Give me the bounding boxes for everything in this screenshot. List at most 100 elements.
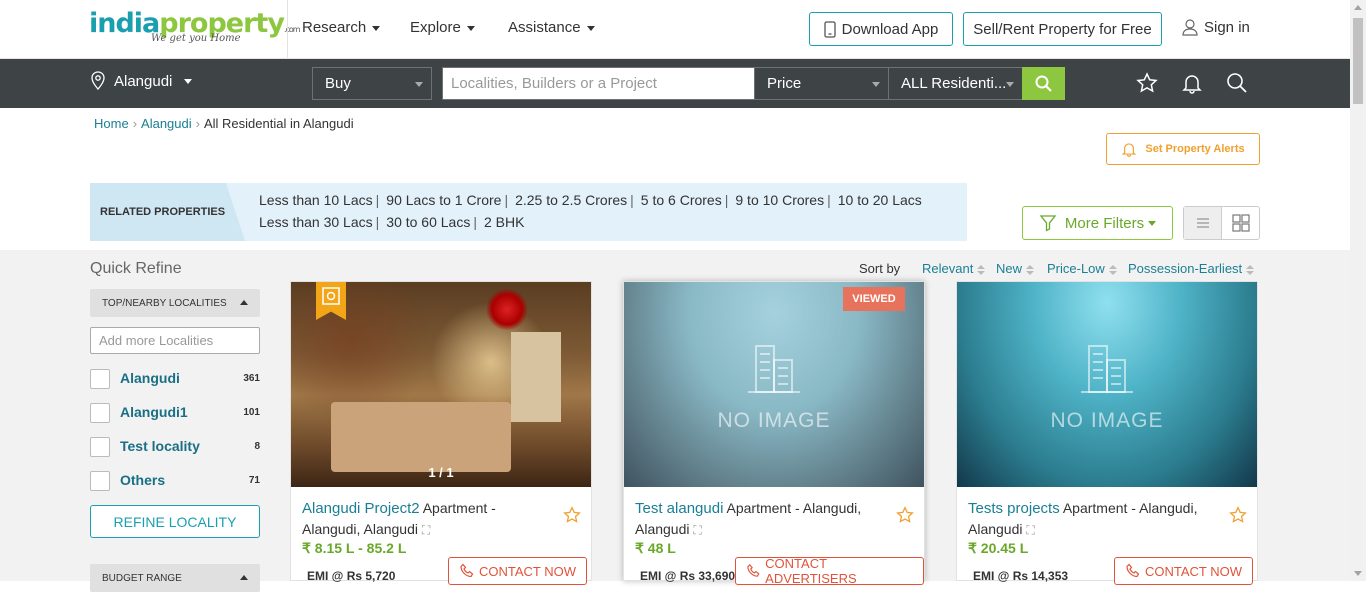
related-link[interactable]: 90 Lacs to 1 Crore xyxy=(386,192,501,208)
phone-icon xyxy=(747,564,760,577)
map-icon[interactable]: ⛶ xyxy=(693,523,701,537)
bell-icon[interactable] xyxy=(1181,72,1203,94)
related-link[interactable]: 5 to 6 Crores xyxy=(641,192,722,208)
related-link[interactable]: Less than 10 Lacs xyxy=(259,192,373,208)
download-app-button[interactable]: Download App xyxy=(809,12,953,46)
locality-option[interactable]: Others 71 xyxy=(90,470,260,492)
project-name[interactable]: Test alangudi xyxy=(635,500,723,517)
property-title[interactable]: Alangudi Project2 Apartment - Alangudi, … xyxy=(302,498,552,540)
localities-accordion[interactable]: TOP/NEARBY LOCALITIES xyxy=(90,289,260,317)
sort-new[interactable]: New xyxy=(996,261,1035,276)
map-icon[interactable]: ⛶ xyxy=(1026,523,1034,537)
project-name[interactable]: Tests projects xyxy=(968,500,1060,517)
menu-label: Assistance xyxy=(508,19,581,36)
menu-label: Explore xyxy=(410,19,461,36)
site-logo[interactable]: indiaproperty.com We get you Home xyxy=(89,8,301,48)
separator: | xyxy=(630,192,634,208)
contact-label: CONTACT NOW xyxy=(1145,563,1243,579)
sell-rent-button[interactable]: Sell/Rent Property for Free xyxy=(963,12,1162,46)
breadcrumb-city[interactable]: Alangudi xyxy=(141,116,192,131)
related-link[interactable]: 2.25 to 2.5 Crores xyxy=(515,192,627,208)
menu-label: Research xyxy=(302,19,367,36)
property-type-value: ALL Residenti... xyxy=(901,75,1007,92)
search-icon xyxy=(1035,75,1052,92)
accordion-label: BUDGET RANGE xyxy=(102,572,182,584)
related-link[interactable]: 9 to 10 Crores xyxy=(735,192,824,208)
sort-by-label: Sort by xyxy=(859,261,901,276)
sort-relevant[interactable]: Relevant xyxy=(922,261,986,276)
scroll-up-arrow-icon[interactable] xyxy=(1354,5,1362,10)
related-links: Less than 10 Lacs | 90 Lacs to 1 Crore | 2.2… xyxy=(259,189,959,233)
separator: | xyxy=(473,214,477,230)
set-property-alerts-button[interactable]: Set Property Alerts xyxy=(1106,133,1260,165)
project-name[interactable]: Alangudi Project2 xyxy=(302,500,420,517)
grid-view-button[interactable] xyxy=(1222,207,1259,239)
budget-accordion[interactable]: BUDGET RANGE xyxy=(90,564,260,592)
menu-assistance[interactable]: Assistance xyxy=(508,19,595,36)
buy-rent-select[interactable]: Buy xyxy=(312,67,432,100)
phone-icon xyxy=(460,563,474,578)
city-selector[interactable]: Alangudi xyxy=(90,71,193,91)
property-photo[interactable]: 1 / 1 xyxy=(291,282,591,487)
related-link[interactable]: 10 to 20 Lacs xyxy=(838,192,922,208)
sort-price-low[interactable]: Price-Low xyxy=(1047,261,1117,276)
locality-count: 8 xyxy=(254,441,260,452)
map-icon[interactable]: ⛶ xyxy=(422,523,430,537)
locality-option[interactable]: Alangudi1 101 xyxy=(90,402,260,424)
favorite-star-icon[interactable] xyxy=(563,506,581,524)
property-card[interactable]: NO IMAGE Tests projects Apartment - Alan… xyxy=(956,281,1258,585)
search-input[interactable]: Localities, Builders or a Project xyxy=(442,67,755,100)
top-header: indiaproperty.com We get you Home Resear… xyxy=(0,0,1350,59)
search-icon[interactable] xyxy=(1226,72,1248,94)
scroll-down-arrow-icon[interactable] xyxy=(1354,571,1362,576)
related-link[interactable]: 2 BHK xyxy=(484,214,524,230)
alerts-label: Set Property Alerts xyxy=(1145,143,1245,155)
price-select[interactable]: Price xyxy=(754,67,889,100)
favorite-star-icon[interactable] xyxy=(1229,506,1247,524)
menu-research[interactable]: Research xyxy=(302,19,381,36)
property-card[interactable]: 1 / 1 Alangudi Project2 Apartment - Alan… xyxy=(290,281,592,585)
add-localities-placeholder: Add more Localities xyxy=(99,333,214,348)
featured-badge-icon xyxy=(322,287,340,305)
separator: | xyxy=(375,214,380,230)
favorite-star-icon[interactable] xyxy=(896,506,914,524)
building-icon xyxy=(1081,345,1133,393)
locality-count: 101 xyxy=(243,407,260,418)
caret-down-icon xyxy=(372,25,381,31)
property-type-select[interactable]: ALL Residenti... xyxy=(888,67,1023,100)
separator: | xyxy=(724,192,729,208)
caret-up-icon xyxy=(240,300,248,305)
property-photo[interactable]: NO IMAGE VIEWED xyxy=(624,282,924,487)
locality-option[interactable]: Alangudi 361 xyxy=(90,368,260,390)
property-card[interactable]: NO IMAGE VIEWED Test alangudi Apartment … xyxy=(623,281,925,586)
add-localities-input[interactable]: Add more Localities xyxy=(90,327,260,354)
checkbox[interactable] xyxy=(90,437,110,457)
caret-down-icon xyxy=(184,78,193,84)
related-link[interactable]: 30 to 60 Lacs xyxy=(386,214,470,230)
related-link[interactable]: Less than 30 Lacs xyxy=(259,214,373,230)
locality-option[interactable]: Test locality 8 xyxy=(90,436,260,458)
checkbox[interactable] xyxy=(90,403,110,423)
related-properties-strip: RELATED PROPERTIES Less than 10 Lacs | 90 … xyxy=(90,183,967,241)
checkbox[interactable] xyxy=(90,471,110,491)
menu-explore[interactable]: Explore xyxy=(410,19,475,36)
page-scrollbar[interactable] xyxy=(1350,0,1366,581)
sort-possession-earliest[interactable]: Possession-Earliest xyxy=(1128,261,1255,276)
scrollbar-thumb[interactable] xyxy=(1353,18,1363,104)
property-price: ₹ 8.15 L - 85.2 L xyxy=(302,540,407,556)
star-icon[interactable] xyxy=(1136,72,1158,94)
checkbox[interactable] xyxy=(90,369,110,389)
breadcrumb-current: All Residential in Alangudi xyxy=(203,116,354,131)
sign-in-link[interactable]: Sign in xyxy=(1182,19,1250,36)
sort-option-label: Price-Low xyxy=(1047,261,1105,276)
breadcrumb-home[interactable]: Home xyxy=(94,116,129,131)
refine-locality-button[interactable]: REFINE LOCALITY xyxy=(90,505,260,538)
property-title[interactable]: Tests projects Apartment - Alangudi, Ala… xyxy=(968,498,1218,540)
list-view-button[interactable] xyxy=(1184,207,1222,239)
property-title[interactable]: Test alangudi Apartment - Alangudi, Alan… xyxy=(635,498,885,540)
bed-shape xyxy=(331,402,511,472)
property-photo[interactable]: NO IMAGE xyxy=(957,282,1257,487)
more-filters-button[interactable]: More Filters xyxy=(1022,206,1173,240)
chevron-down-icon xyxy=(1006,82,1014,87)
search-button[interactable] xyxy=(1022,67,1065,100)
